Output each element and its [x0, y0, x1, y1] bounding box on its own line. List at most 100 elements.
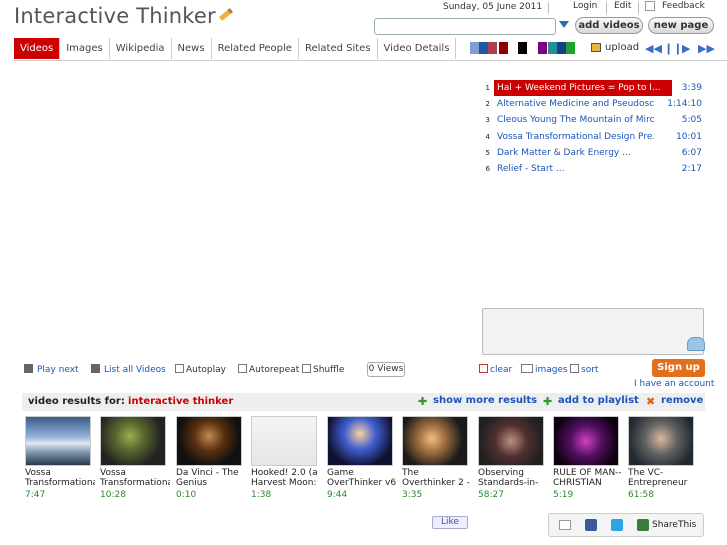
video-result[interactable]: Hooked! 2.0 (a Harvest Moon: 1:38 [251, 416, 321, 500]
video-title[interactable]: The Overthinker 2 - [402, 468, 472, 488]
site-logo[interactable]: Interactive Thinker [14, 4, 233, 28]
video-result[interactable]: RULE OF MAN-- CHRISTIAN 5:19 [553, 416, 623, 500]
show-more-results-link[interactable]: show more results [433, 395, 537, 406]
color-swatch[interactable] [508, 42, 517, 54]
tab-images[interactable]: Images [60, 38, 110, 59]
color-swatch[interactable] [557, 42, 566, 54]
video-thumbnail[interactable] [628, 416, 694, 466]
tab-wikipedia[interactable]: Wikipedia [110, 38, 172, 59]
video-title[interactable]: The VC-Entrepreneur [628, 468, 698, 488]
color-swatch[interactable] [527, 42, 536, 54]
video-thumbnail[interactable] [478, 416, 544, 466]
feedback-link[interactable]: Feedback [662, 1, 705, 11]
autorepeat-checkbox[interactable]: Autorepeat [238, 364, 299, 375]
sign-up-button[interactable]: Sign up [652, 359, 705, 377]
playlist-item[interactable]: 3 Cleous Young The Mountain of Mirc... 5:0… [484, 112, 704, 128]
list-icon [91, 364, 100, 373]
twitter-icon[interactable] [611, 519, 623, 531]
playlist-item[interactable]: 5 Dark Matter & Dark Energy ... 6:07 [484, 145, 704, 161]
video-result[interactable]: Observing Standards-in- 58:27 [478, 416, 548, 500]
email-icon[interactable] [559, 520, 571, 530]
color-swatch[interactable] [548, 42, 557, 54]
video-result[interactable]: Vossa Transformationa 10:28 [100, 416, 170, 500]
pause-icon[interactable]: ❙❙ [664, 42, 682, 55]
tab-video-details[interactable]: Video Details [378, 38, 457, 59]
share-icon[interactable] [637, 519, 649, 531]
comment-input[interactable] [482, 308, 704, 355]
tab-news[interactable]: News [172, 38, 212, 59]
video-title[interactable]: Vossa Transformationa [100, 468, 170, 488]
envelope-icon[interactable] [687, 337, 705, 351]
color-swatch[interactable] [538, 42, 547, 54]
color-swatch[interactable] [488, 42, 497, 54]
video-title[interactable]: Game OverThinker v6 [327, 468, 397, 488]
playlist-item[interactable]: 4 Vossa Transformational Design Pre... 10:… [484, 129, 704, 145]
video-result[interactable]: The Overthinker 2 - 3:35 [402, 416, 472, 500]
list-all-videos-control[interactable]: List all Videos [91, 364, 166, 375]
playlist-item[interactable]: 2 Alternative Medicine and Pseudosc... 1:1… [484, 96, 704, 112]
clear-icon [479, 364, 488, 373]
play-next-control[interactable]: Play next [24, 364, 79, 375]
rewind-icon[interactable]: ◀◀ [645, 42, 662, 55]
color-swatch[interactable] [479, 42, 488, 54]
video-thumbnail[interactable] [251, 416, 317, 466]
playlist-item-title[interactable]: Alternative Medicine and Pseudosc... [494, 96, 654, 112]
shuffle-checkbox[interactable]: Shuffle [302, 364, 344, 375]
color-swatch[interactable] [566, 42, 575, 54]
tab-videos[interactable]: Videos [14, 38, 61, 59]
autoplay-checkbox[interactable]: Autoplay [175, 364, 226, 375]
video-title[interactable]: Vossa Transformationa [25, 468, 95, 488]
playlist-item[interactable]: 6 Relief - Start ... 2:17 [484, 161, 704, 177]
plus-icon: ✚ [543, 395, 553, 408]
video-result[interactable]: Game OverThinker v6 9:44 [327, 416, 397, 500]
tab-related-people[interactable]: Related People [212, 38, 299, 59]
clear-button[interactable]: clear [479, 364, 512, 375]
dropdown-arrow-icon[interactable] [559, 21, 569, 28]
video-thumbnail[interactable] [553, 416, 619, 466]
video-result[interactable]: Vossa Transformationa 7:47 [25, 416, 95, 500]
color-swatch[interactable] [470, 42, 479, 54]
play-next-icon [24, 364, 33, 373]
video-player[interactable] [14, 66, 476, 356]
playlist-item-title[interactable]: Dark Matter & Dark Energy ... [494, 145, 654, 161]
video-title[interactable]: Observing Standards-in- [478, 468, 548, 488]
remove-link[interactable]: remove [661, 395, 703, 406]
video-title[interactable]: RULE OF MAN-- CHRISTIAN [553, 468, 623, 488]
have-account-link[interactable]: I have an account [634, 379, 714, 389]
color-swatch[interactable] [518, 42, 527, 54]
playlist-item-title[interactable]: Relief - Start ... [494, 161, 654, 177]
video-thumbnail[interactable] [176, 416, 242, 466]
video-thumbnail[interactable] [100, 416, 166, 466]
add-videos-button[interactable]: add videos [575, 17, 643, 34]
images-button[interactable]: images [521, 364, 568, 375]
playlist-item-duration: 3:39 [681, 83, 702, 93]
video-result[interactable]: The VC-Entrepreneur 61:58 [628, 416, 698, 500]
login-link[interactable]: Login [573, 1, 597, 11]
video-thumbnail[interactable] [25, 416, 91, 466]
playlist-item-title[interactable]: Cleous Young The Mountain of Mirc... [494, 112, 654, 128]
play-icon[interactable]: ▶ [682, 42, 690, 55]
video-thumbnail[interactable] [327, 416, 393, 466]
fast-forward-icon[interactable]: ▶▶ [698, 42, 715, 55]
new-page-button[interactable]: new page [648, 17, 714, 34]
video-title[interactable]: Da Vinci - The Genius [176, 468, 246, 488]
upload-icon [591, 43, 601, 52]
playlist-item-title[interactable]: Vossa Transformational Design Pre... [494, 129, 654, 145]
upload-link[interactable]: upload [605, 42, 639, 53]
playlist-item-title[interactable]: Hal + Weekend Pictures = Pop to I... [494, 80, 672, 96]
plus-icon: ✚ [418, 395, 428, 408]
video-result[interactable]: Da Vinci - The Genius 0:10 [176, 416, 246, 500]
facebook-icon[interactable] [585, 519, 597, 531]
edit-link[interactable]: Edit [614, 1, 631, 11]
video-thumbnail[interactable] [402, 416, 468, 466]
color-swatch[interactable] [499, 42, 508, 54]
search-input[interactable] [374, 18, 556, 35]
playlist-item[interactable]: 1 Hal + Weekend Pictures = Pop to I... 3:3… [484, 80, 704, 96]
tab-related-sites[interactable]: Related Sites [299, 38, 378, 59]
facebook-like-button[interactable]: Like [432, 516, 468, 529]
divider [548, 2, 549, 14]
sharethis-label[interactable]: ShareThis [652, 520, 696, 530]
sort-button[interactable]: sort [570, 364, 598, 375]
video-title[interactable]: Hooked! 2.0 (a Harvest Moon: [251, 468, 321, 488]
add-to-playlist-link[interactable]: add to playlist [558, 395, 639, 406]
